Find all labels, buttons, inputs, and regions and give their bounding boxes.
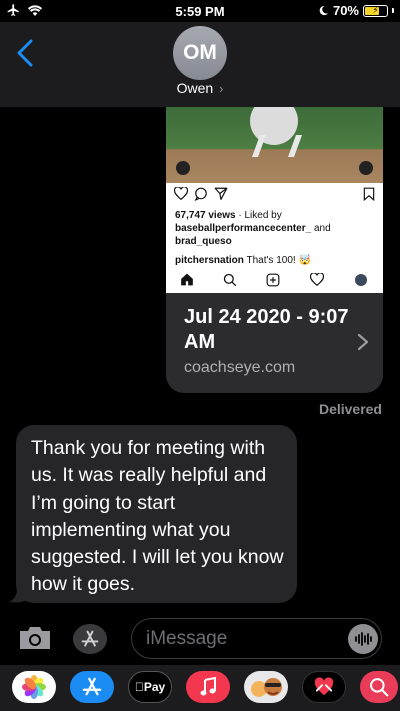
images-search-app-button[interactable] bbox=[360, 671, 398, 703]
instagram-post-text: 67,747 views · Liked by baseballperforma… bbox=[175, 209, 377, 267]
app-store-icon bbox=[82, 677, 102, 696]
back-chevron-icon[interactable] bbox=[14, 38, 36, 68]
profile-avatar-icon bbox=[355, 274, 367, 286]
link-preview-bubble[interactable]: 67,747 views · Liked by baseballperforma… bbox=[166, 107, 383, 393]
tagged-user-icon bbox=[176, 161, 190, 175]
new-post-icon bbox=[266, 273, 280, 287]
search-globe-icon bbox=[370, 678, 389, 697]
contact-name: Owen bbox=[176, 80, 214, 96]
status-bar: 5:59 PM 70% ⚡ bbox=[0, 0, 400, 22]
apple-pay-app-button[interactable]: Pay bbox=[128, 671, 172, 703]
apple-logo-icon:  bbox=[135, 680, 144, 694]
home-icon bbox=[181, 273, 193, 286]
received-message-text: Thank you for meeting with us. It was re… bbox=[31, 437, 284, 596]
app-store-icon bbox=[81, 630, 99, 647]
conversation-header: OM Owen › bbox=[0, 22, 400, 107]
bookmark-icon bbox=[363, 187, 375, 201]
waveform-icon bbox=[355, 632, 372, 646]
views-count: 67,747 views bbox=[175, 210, 236, 221]
battery-cap bbox=[392, 8, 394, 13]
video-thumbnail bbox=[166, 107, 383, 183]
activity-heart-icon bbox=[310, 273, 324, 286]
delivered-status: Delivered bbox=[318, 401, 382, 417]
memoji-icon bbox=[251, 678, 282, 697]
link-preview-title: Jul 24 2020 - 9:07 AM bbox=[184, 306, 349, 353]
chevron-right-icon: › bbox=[219, 81, 224, 96]
link-preview-image: 67,747 views · Liked by baseballperforma… bbox=[166, 107, 383, 293]
photos-app-button[interactable] bbox=[12, 671, 56, 703]
search-icon bbox=[223, 273, 237, 287]
photos-icon bbox=[22, 675, 46, 699]
liked-by-label: · Liked by bbox=[235, 210, 282, 221]
bolt-icon: ⚡ bbox=[372, 5, 379, 15]
avatar-initials: OM bbox=[183, 41, 217, 64]
contact-name-button[interactable]: Owen › bbox=[0, 80, 400, 96]
comment-icon bbox=[194, 187, 207, 201]
app-store-app-button[interactable] bbox=[70, 671, 114, 703]
instagram-nav-bar bbox=[166, 269, 383, 291]
pitcher-legs bbox=[251, 135, 303, 157]
contact-avatar[interactable]: OM bbox=[173, 26, 227, 80]
app-store-button[interactable] bbox=[73, 624, 107, 654]
memoji-app-button[interactable] bbox=[244, 671, 288, 703]
caption-user: pitchersnation bbox=[175, 255, 244, 266]
mute-icon bbox=[359, 161, 373, 175]
status-right-icons: 70% ⚡ bbox=[318, 3, 394, 18]
battery-percent: 70% bbox=[332, 3, 359, 18]
caption-text: That's 100! 🤯 bbox=[243, 255, 311, 266]
music-note-icon bbox=[200, 677, 216, 696]
received-message-bubble[interactable]: Thank you for meeting with us. It was re… bbox=[16, 425, 297, 603]
digital-touch-app-button[interactable] bbox=[302, 671, 346, 703]
share-icon bbox=[214, 187, 228, 200]
music-app-button[interactable] bbox=[186, 671, 230, 703]
heart-outline-icon bbox=[174, 187, 188, 200]
battery-charging-icon: ⚡ bbox=[363, 4, 388, 17]
liked-user-1: baseballperformancecenter_ bbox=[175, 223, 312, 234]
camera-icon[interactable] bbox=[18, 625, 52, 651]
audio-record-button[interactable] bbox=[348, 624, 378, 654]
liked-and-label: and bbox=[311, 223, 331, 234]
heart-hands-icon bbox=[314, 677, 334, 696]
apple-pay-label: Pay bbox=[139, 680, 165, 694]
instagram-action-row bbox=[174, 187, 375, 203]
app-drawer: Pay bbox=[0, 665, 400, 711]
chevron-right-icon bbox=[357, 333, 369, 351]
link-preview-domain: coachseye.com bbox=[184, 359, 296, 376]
liked-user-2: brad_queso bbox=[175, 236, 232, 247]
bubble-tail bbox=[9, 588, 29, 603]
message-input[interactable] bbox=[131, 618, 382, 659]
moon-icon bbox=[319, 5, 329, 16]
